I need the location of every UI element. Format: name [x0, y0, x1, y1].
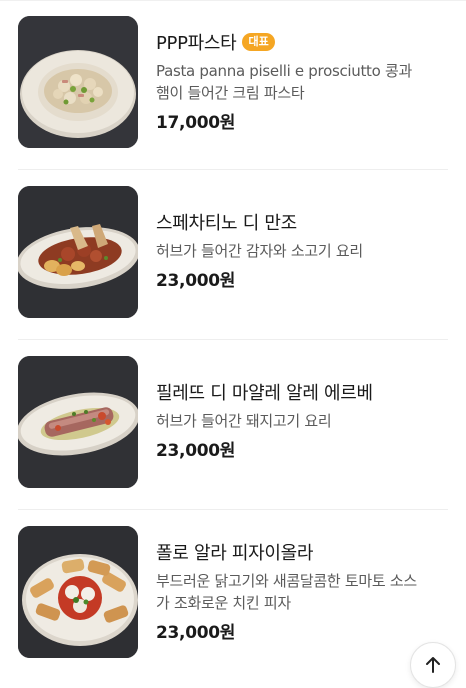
signature-badge: 대표 — [242, 33, 275, 51]
description-line: 햄이 들어간 크림 파스타 — [156, 84, 305, 102]
menu-item-info: 필레뜨 디 마얄레 알레 에르베 허브가 들어간 돼지고기 요리 23,000원 — [156, 378, 450, 461]
menu-item-price: 23,000원 — [156, 441, 236, 461]
chicken-pizzaiola-dish-image — [18, 526, 138, 658]
menu-item-name-row: 필레뜨 디 마얄레 알레 에르베 — [156, 378, 450, 406]
beef-potato-dish-image — [18, 186, 138, 318]
menu-item-name: PPP파스타 — [156, 33, 237, 54]
menu-item-price: 17,000원 — [156, 113, 236, 133]
menu-item-info: PPP파스타 대표 Pasta panna piselli e prosciut… — [156, 28, 450, 133]
menu-item-image — [18, 16, 138, 148]
description-line: 부드러운 닭고기와 새콤달콤한 토마토 소스 — [156, 572, 417, 590]
menu-item[interactable]: 폴로 알라 피자이올라 부드러운 닭고기와 새콤달콤한 토마토 소스 가 조화로… — [0, 510, 466, 680]
menu-item-description: Pasta panna piselli e prosciutto 콩과 햄이 들… — [156, 60, 450, 104]
menu-item-image — [18, 186, 138, 318]
menu-item-description: 허브가 들어간 돼지고기 요리 — [156, 410, 450, 432]
description-line: Pasta panna piselli e prosciutto 콩과 — [156, 62, 412, 80]
menu-item[interactable]: PPP파스타 대표 Pasta panna piselli e prosciut… — [0, 0, 466, 170]
menu-item-image — [18, 356, 138, 488]
description-line: 가 조화로운 치킨 피자 — [156, 594, 291, 612]
arrow-up-icon — [426, 657, 440, 673]
menu-item-name-row: PPP파스타 대표 — [156, 28, 450, 56]
menu-item-info: 폴로 알라 피자이올라 부드러운 닭고기와 새콤달콤한 토마토 소스 가 조화로… — [156, 538, 450, 643]
cream-pasta-dish-image — [18, 16, 138, 148]
menu-item-name-row: 스페차티노 디 만조 — [156, 208, 450, 236]
menu-item-price: 23,000원 — [156, 623, 236, 643]
menu-item-price: 23,000원 — [156, 271, 236, 291]
menu-item-image — [18, 526, 138, 658]
description-line: 허브가 들어간 돼지고기 요리 — [156, 412, 332, 430]
herb-pork-dish-image — [18, 356, 138, 488]
menu-item[interactable]: 스페차티노 디 만조 허브가 들어간 감자와 소고기 요리 23,000원 — [0, 170, 466, 340]
description-line: 허브가 들어간 감자와 소고기 요리 — [156, 242, 363, 260]
menu-item-description: 허브가 들어간 감자와 소고기 요리 — [156, 240, 450, 262]
menu-item-info: 스페차티노 디 만조 허브가 들어간 감자와 소고기 요리 23,000원 — [156, 208, 450, 291]
scroll-to-top-button[interactable] — [410, 642, 456, 688]
menu-item[interactable]: 필레뜨 디 마얄레 알레 에르베 허브가 들어간 돼지고기 요리 23,000원 — [0, 340, 466, 510]
menu-item-description: 부드러운 닭고기와 새콤달콤한 토마토 소스 가 조화로운 치킨 피자 — [156, 570, 450, 614]
menu-item-name-row: 폴로 알라 피자이올라 — [156, 538, 450, 566]
menu-item-name: 스페차티노 디 만조 — [156, 213, 297, 234]
menu-item-name: 폴로 알라 피자이올라 — [156, 543, 314, 564]
menu-item-name: 필레뜨 디 마얄레 알레 에르베 — [156, 383, 373, 404]
